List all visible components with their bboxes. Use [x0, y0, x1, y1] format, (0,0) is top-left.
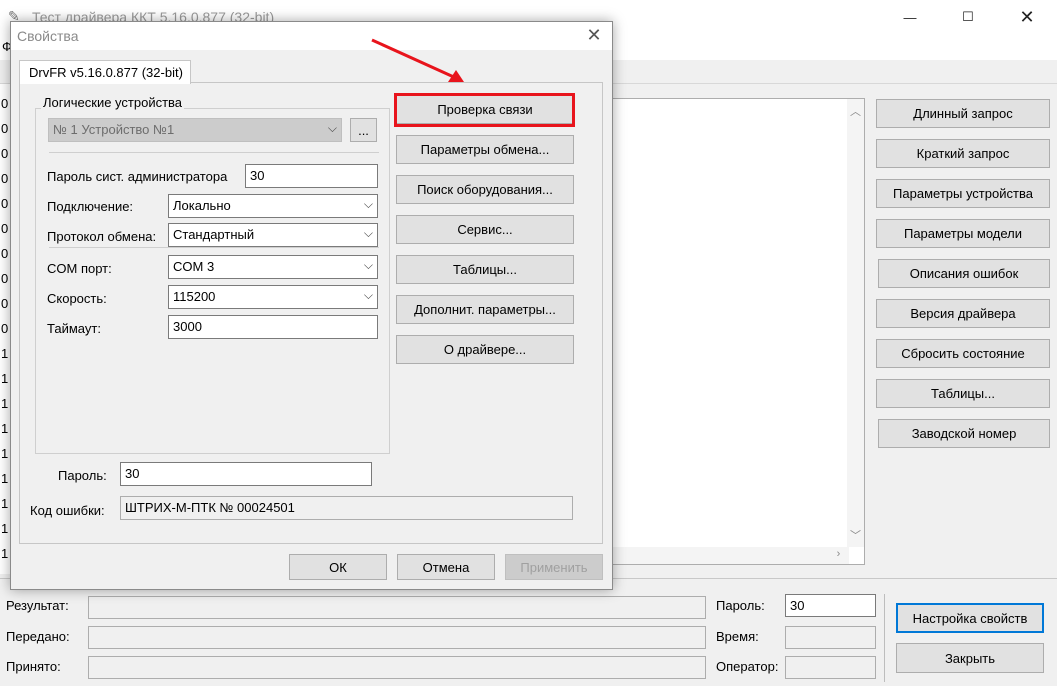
timeout-label: Таймаут:: [47, 321, 101, 336]
close-icon[interactable]: ✕: [1004, 0, 1050, 34]
password-label: Пароль:: [58, 468, 107, 483]
tab-drvfr[interactable]: DrvFR v5.16.0.877 (32-bit): [19, 60, 191, 84]
annotation-highlight-box: [394, 93, 575, 127]
vertical-scrollbar[interactable]: ︿ ﹀: [847, 99, 864, 547]
protocol-select[interactable]: Стандартный ⌵: [168, 223, 378, 247]
annotation-arrow-icon: [371, 38, 464, 82]
dialog-title: Свойства: [17, 28, 79, 44]
speed-select[interactable]: 115200 ⌵: [168, 285, 378, 309]
minimize-icon[interactable]: —: [887, 0, 933, 34]
output-text-area[interactable]: ︿ ﹀ ›: [612, 98, 865, 565]
find-equipment-button[interactable]: Поиск оборудования...: [396, 175, 574, 204]
time-field: [785, 626, 876, 649]
chevron-down-icon: ⌵: [363, 288, 373, 302]
error-code-field: ШТРИХ-М-ПТК № 00024501: [120, 496, 573, 520]
device-ellipsis-button[interactable]: ...: [350, 118, 377, 142]
operator-label: Оператор:: [716, 659, 779, 674]
logical-devices-title: Логические устройства: [41, 95, 185, 110]
cancel-button[interactable]: Отмена: [397, 554, 495, 580]
tables-button[interactable]: Таблицы...: [876, 379, 1050, 408]
short-request-button[interactable]: Краткий запрос: [876, 139, 1050, 168]
group-divider: [49, 152, 379, 153]
admin-password-label: Пароль сист. администратора: [47, 169, 228, 184]
speed-label: Скорость:: [47, 291, 107, 306]
com-port-select[interactable]: COM 3 ⌵: [168, 255, 378, 279]
model-params-button[interactable]: Параметры модели: [876, 219, 1050, 248]
tab-drvfr-label: DrvFR v5.16.0.877 (32-bit): [29, 65, 183, 80]
device-select: № 1 Устройство №1 ⌵: [48, 118, 342, 142]
apply-button: Применить: [505, 554, 603, 580]
bottom-password-label: Пароль:: [716, 598, 765, 613]
com-port-label: COM порт:: [47, 261, 112, 276]
time-label: Время:: [716, 629, 759, 644]
scroll-up-icon[interactable]: ︿: [847, 103, 864, 119]
chevron-down-icon: ⌵: [363, 258, 373, 272]
exchange-params-button[interactable]: Параметры обмена...: [396, 135, 574, 164]
dialog-title-bar: Свойства ✕: [11, 22, 612, 50]
properties-dialog: Свойства ✕ DrvFR v5.16.0.877 (32-bit) Ло…: [10, 21, 613, 590]
timeout-input[interactable]: 3000: [168, 315, 378, 339]
close-button[interactable]: Закрыть: [896, 643, 1044, 673]
protocol-value: Стандартный: [173, 227, 255, 242]
bottom-divider: [884, 594, 885, 682]
settings-button[interactable]: Настройка свойств: [896, 603, 1044, 633]
device-select-value: № 1 Устройство №1: [53, 122, 175, 137]
error-descriptions-button[interactable]: Описания ошибок: [878, 259, 1050, 288]
com-port-value: COM 3: [173, 259, 215, 274]
connection-value: Локально: [173, 198, 231, 213]
result-label: Результат:: [6, 598, 69, 613]
service-button[interactable]: Сервис...: [396, 215, 574, 244]
extra-params-button[interactable]: Дополнит. параметры...: [396, 295, 574, 324]
group-divider: [49, 247, 379, 248]
received-label: Принято:: [6, 659, 61, 674]
sent-label: Передано:: [6, 629, 70, 644]
driver-version-button[interactable]: Версия драйвера: [876, 299, 1050, 328]
speed-value: 115200: [173, 289, 216, 304]
tables-dialog-button[interactable]: Таблицы...: [396, 255, 574, 284]
reset-state-button[interactable]: Сбросить состояние: [876, 339, 1050, 368]
scroll-right-icon[interactable]: ›: [830, 548, 847, 560]
error-code-label: Код ошибки:: [30, 503, 105, 518]
maximize-icon[interactable]: ☐: [945, 0, 991, 34]
long-request-button[interactable]: Длинный запрос: [876, 99, 1050, 128]
password-input[interactable]: 30: [120, 462, 372, 486]
result-field: [88, 596, 706, 619]
chevron-down-icon: ⌵: [327, 121, 337, 135]
chevron-down-icon: ⌵: [363, 226, 373, 240]
protocol-label: Протокол обмена:: [47, 229, 157, 244]
operator-field: [785, 656, 876, 679]
scroll-down-icon[interactable]: ﹀: [847, 527, 864, 543]
bottom-password-input[interactable]: 30: [785, 594, 876, 617]
ok-button[interactable]: ОК: [289, 554, 387, 580]
horizontal-scrollbar[interactable]: ›: [613, 547, 849, 564]
serial-number-button[interactable]: Заводской номер: [878, 419, 1050, 448]
admin-password-input[interactable]: 30: [245, 164, 378, 188]
logical-devices-group: [35, 108, 390, 454]
device-params-button[interactable]: Параметры устройства: [876, 179, 1050, 208]
about-driver-button[interactable]: О драйвере...: [396, 335, 574, 364]
dialog-close-icon[interactable]: ✕: [584, 25, 604, 45]
chevron-down-icon: ⌵: [363, 197, 373, 211]
connection-select[interactable]: Локально ⌵: [168, 194, 378, 218]
sent-field: [88, 626, 706, 649]
connection-label: Подключение:: [47, 199, 134, 214]
received-field: [88, 656, 706, 679]
